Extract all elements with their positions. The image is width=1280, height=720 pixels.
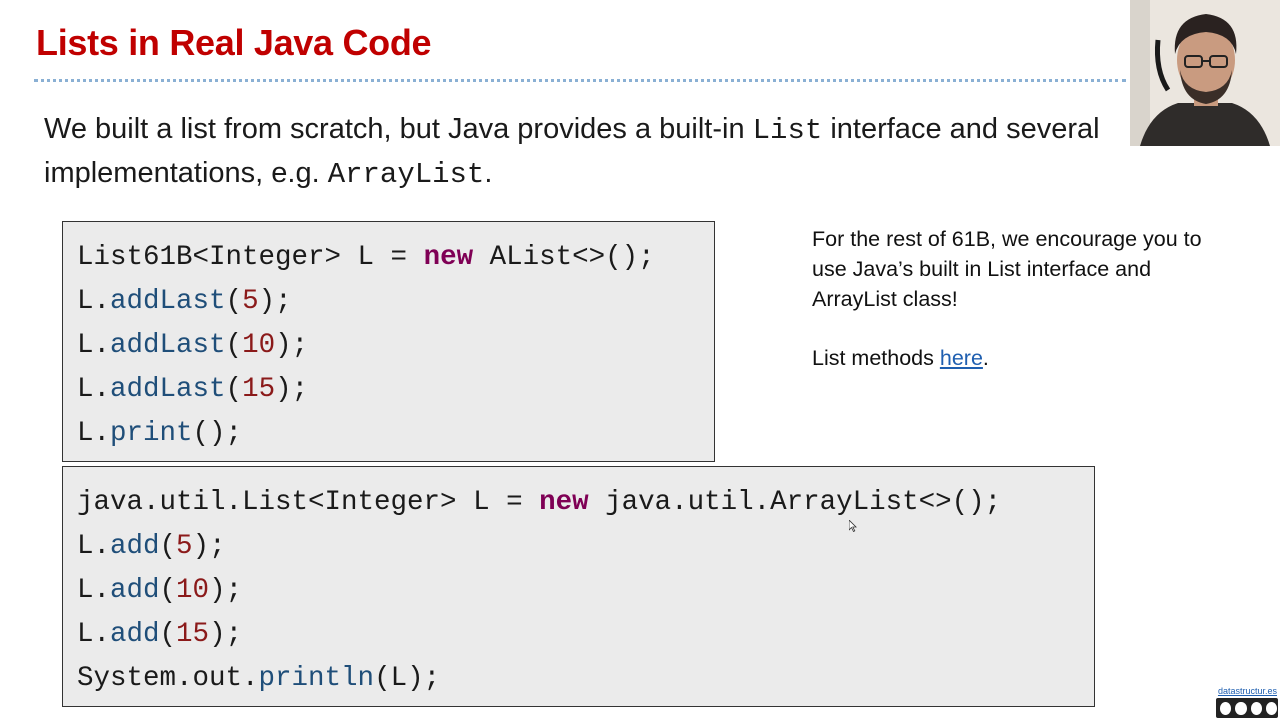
method-name: addLast xyxy=(110,286,226,317)
method-name: addLast xyxy=(110,374,226,405)
code-block-list61b: List61B<Integer> L = new AList<>(); L.ad… xyxy=(62,221,715,462)
note-methods: List methods here. xyxy=(812,346,989,370)
keyword-new: new xyxy=(539,487,589,518)
keyword-new: new xyxy=(423,242,474,273)
side-note: For the rest of 61B, we encourage you to… xyxy=(812,224,1232,373)
code-line: L.add(15); xyxy=(77,619,243,650)
code-block-arraylist: java.util.List<Integer> L = new java.uti… xyxy=(62,466,1095,707)
site-link[interactable]: datastructur.es xyxy=(1218,686,1277,696)
method-name: add xyxy=(110,531,160,562)
mouse-cursor-icon xyxy=(849,520,857,532)
code-line: L.print(); xyxy=(77,418,243,449)
list-methods-link[interactable]: here xyxy=(940,346,983,370)
number-literal: 15 xyxy=(176,619,210,650)
method-name: println xyxy=(258,663,375,694)
code-line: L.add(5); xyxy=(77,531,226,562)
code-line: System.out.println(L); xyxy=(77,663,441,694)
cc-by-nc-sa-icon xyxy=(1216,698,1278,718)
number-literal: 10 xyxy=(176,575,210,606)
intro-text: We built a list from scratch, but Java p… xyxy=(44,108,1124,196)
code-line: java.util.List<Integer> L = new java.uti… xyxy=(77,487,1002,518)
code-line: L.addLast(10); xyxy=(77,330,309,361)
number-literal: 5 xyxy=(176,531,193,562)
method-name: add xyxy=(110,575,160,606)
number-literal: 15 xyxy=(242,374,276,405)
presenter-webcam xyxy=(1130,0,1280,146)
code-line: L.addLast(15); xyxy=(77,374,309,405)
intro-part3: . xyxy=(484,157,493,189)
code-line: L.add(10); xyxy=(77,575,243,606)
intro-part1: We built a list from scratch, but Java p… xyxy=(44,113,753,145)
note-paragraph: For the rest of 61B, we encourage you to… xyxy=(812,227,1202,311)
slide-title: Lists in Real Java Code xyxy=(36,22,432,63)
intro-code-arraylist: ArrayList xyxy=(327,158,485,191)
intro-code-list: List xyxy=(752,114,823,147)
code-line: L.addLast(5); xyxy=(77,286,292,317)
number-literal: 10 xyxy=(242,330,276,361)
title-divider xyxy=(34,79,1126,82)
method-name: addLast xyxy=(110,330,226,361)
code-line: List61B<Integer> L = new AList<>(); xyxy=(77,242,655,273)
method-name: print xyxy=(110,418,193,449)
number-literal: 5 xyxy=(242,286,259,317)
method-name: add xyxy=(110,619,160,650)
